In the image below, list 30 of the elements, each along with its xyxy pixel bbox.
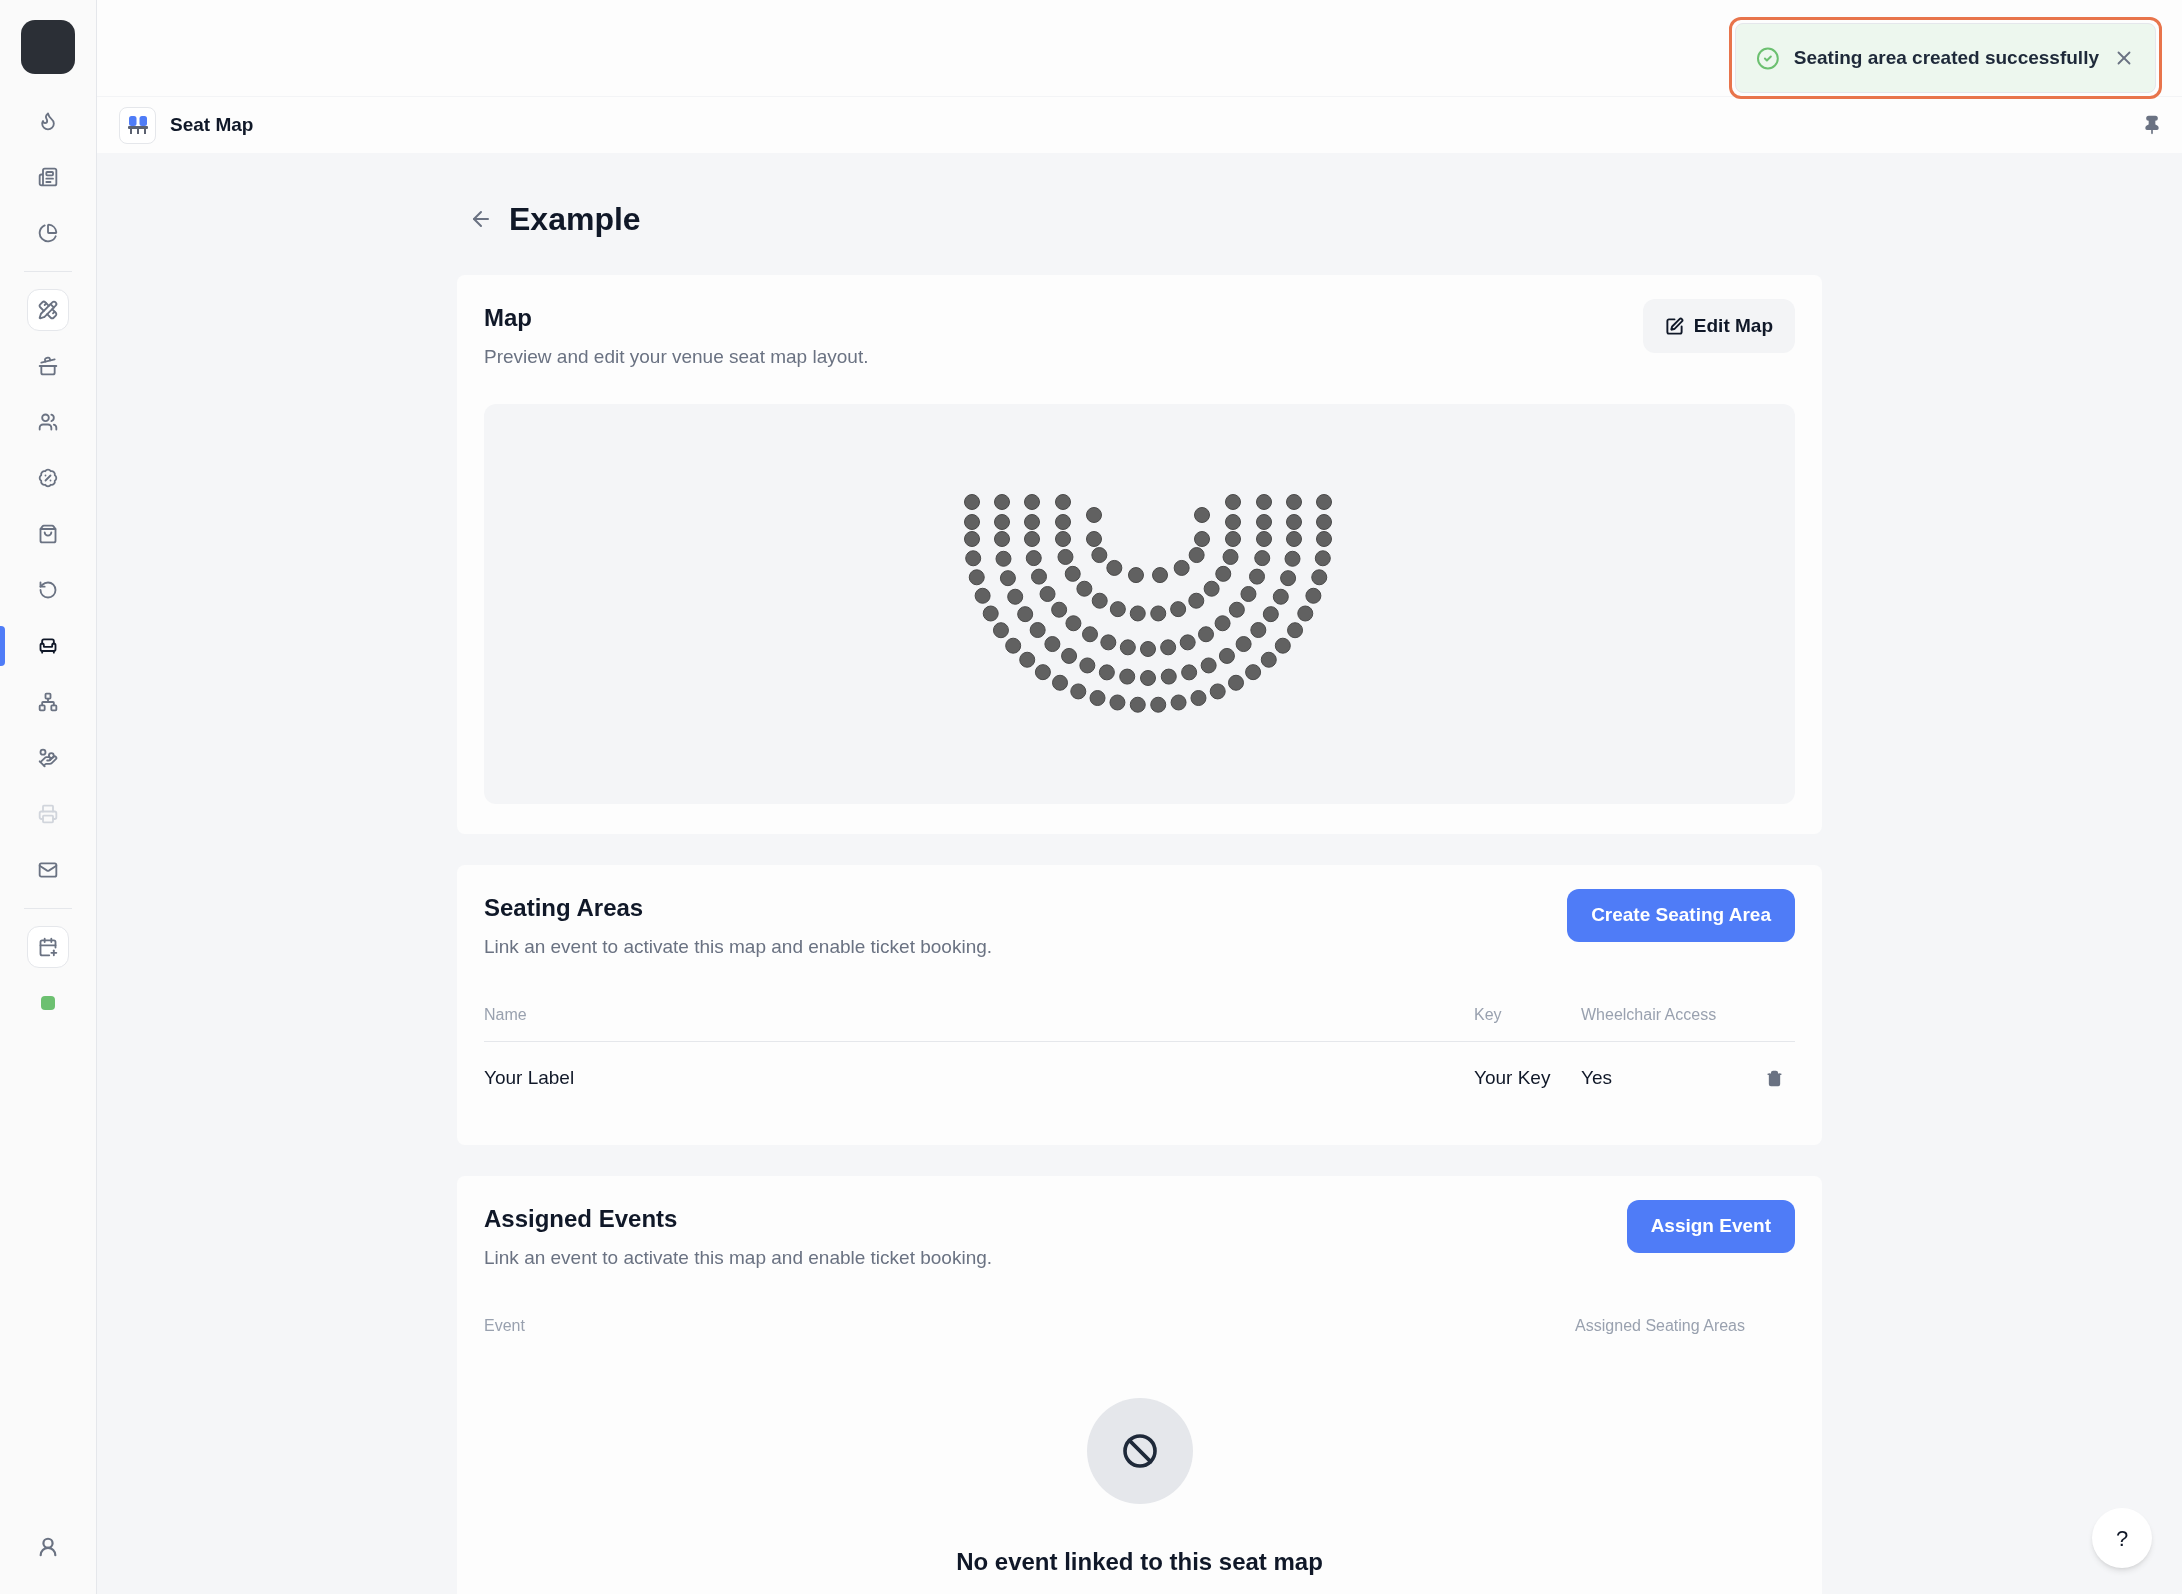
pencil-ruler-icon[interactable]: [27, 289, 69, 331]
edit-map-button[interactable]: Edit Map: [1642, 299, 1795, 353]
calendar-plus-icon[interactable]: [27, 926, 69, 968]
app-logo[interactable]: [21, 20, 75, 74]
column-header: Name: [484, 1003, 1474, 1042]
empty-message: No event linked to this seat map: [956, 1547, 1323, 1577]
table-cell-text: Yes: [1581, 1066, 1613, 1090]
page-title: Example: [509, 200, 641, 239]
page-header-title: Seat Map: [170, 112, 254, 137]
primary-button[interactable]: Assign Event: [1626, 1199, 1795, 1253]
column-header: Key: [1474, 1003, 1581, 1042]
card-description: Link an event to activate this map and enable ticket booking.: [484, 934, 993, 959]
card-description: Preview and edit your venue seat map layout.: [484, 345, 869, 369]
pin-icon[interactable]: [2142, 115, 2162, 135]
table-cell-text: Your Key: [1474, 1066, 1552, 1090]
toast-message: Seating area created successfully: [1793, 45, 2099, 70]
column-header: Assigned Seating Areas: [1575, 1316, 1745, 1336]
user-icon[interactable]: [37, 1536, 59, 1558]
column-header: Event: [484, 1316, 525, 1336]
primary-button[interactable]: Create Seating Area: [1567, 888, 1795, 942]
table-cell-text: Your Label: [484, 1066, 576, 1090]
active-indicator: [0, 626, 5, 666]
card-description: Link an event to activate this map and enable ticket booking.: [484, 1245, 993, 1270]
column-header: Wheelchair Access: [1581, 1003, 1795, 1042]
help-button[interactable]: ?: [2092, 1508, 2152, 1568]
card-title: Assigned Events: [484, 1203, 679, 1234]
edit-icon: [1664, 316, 1684, 336]
seat-icon: [119, 106, 156, 144]
card-title: Seating Areas: [484, 892, 645, 923]
card-title: Map: [484, 303, 533, 333]
